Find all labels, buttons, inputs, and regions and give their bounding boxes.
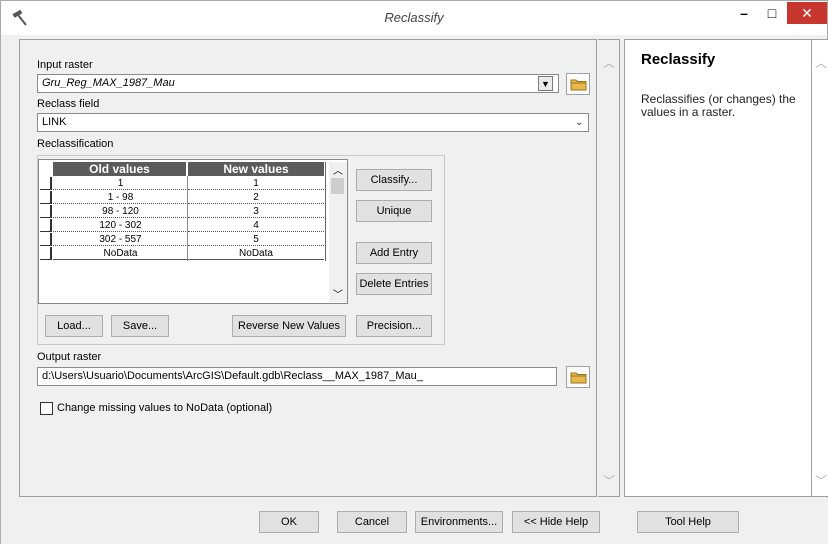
reclassification-label: Reclassification [37,138,114,150]
tool-help-button[interactable]: Tool Help [637,511,739,533]
row-header[interactable] [40,219,52,232]
row-header[interactable] [40,191,52,204]
maximize-button[interactable]: □ [759,2,785,24]
table-right-border [325,162,326,261]
output-raster-browse-button[interactable] [566,366,590,388]
title-bar: Reclassify – □ ✕ [1,1,827,35]
help-title: Reclassify [641,51,716,68]
close-icon: ✕ [801,4,813,21]
load-button[interactable]: Load... [45,315,103,337]
output-raster-label: Output raster [37,351,102,363]
table-cell-old[interactable]: NoData [53,247,188,260]
reclass-field-label: Reclass field [37,98,100,110]
cancel-button[interactable]: Cancel [337,511,407,533]
folder-icon [570,372,586,384]
table-cell-new[interactable]: 1 [188,177,324,190]
reclass-table[interactable]: Old values New values 1 1 1 - 98 2 98 - … [38,159,348,304]
input-raster-label: Input raster [37,59,93,71]
scroll-up-icon[interactable]: ︿ [333,162,343,177]
scroll-down-icon[interactable]: ﹀ [815,472,827,489]
table-cell-new[interactable]: NoData [188,247,324,260]
nodata-checkbox-label[interactable]: Change missing values to NoData (optiona… [57,402,272,414]
close-button[interactable]: ✕ [787,2,827,24]
column-divider [187,176,188,261]
window-title: Reclassify [384,10,444,25]
reclass-field-select[interactable]: LINK ⌄ [37,113,589,132]
parameters-scrollbar[interactable]: ︿ ﹀ [598,39,620,497]
input-raster-browse-button[interactable] [566,73,590,95]
minimize-button[interactable]: – [731,2,757,24]
table-cell-old[interactable]: 98 - 120 [53,205,188,218]
scroll-thumb[interactable] [331,178,344,194]
scroll-down-icon[interactable]: ﹀ [603,472,615,489]
output-raster-field[interactable]: d:\Users\Usuario\Documents\ArcGIS\Defaul… [37,367,557,386]
delete-entries-button[interactable]: Delete Entries [356,273,432,295]
row-header[interactable] [40,177,52,190]
ok-button[interactable]: OK [259,511,319,533]
unique-button[interactable]: Unique [356,200,432,222]
col-header-new[interactable]: New values [188,162,324,176]
table-cell-old[interactable]: 1 [53,177,188,190]
table-cell-new[interactable]: 2 [188,191,324,204]
nodata-checkbox[interactable] [40,402,53,415]
scroll-down-icon[interactable]: ﹀ [333,286,343,301]
table-cell-old[interactable]: 1 - 98 [53,191,188,204]
hide-help-button[interactable]: << Hide Help [512,511,600,533]
chevron-down-icon: ▼ [541,78,550,89]
add-entry-button[interactable]: Add Entry [356,242,432,264]
environments-button[interactable]: Environments... [415,511,503,533]
col-header-old[interactable]: Old values [53,162,186,176]
output-raster-value: d:\Users\Usuario\Documents\ArcGIS\Defaul… [42,370,423,382]
table-cell-old[interactable]: 120 - 302 [53,219,188,232]
row-header[interactable] [40,233,52,246]
classify-button[interactable]: Classify... [356,169,432,191]
row-header[interactable] [40,205,52,218]
save-button[interactable]: Save... [111,315,169,337]
reclass-field-value: LINK [42,116,67,128]
minimize-icon: – [740,5,748,21]
folder-icon [570,79,586,91]
input-raster-field[interactable]: Gru_Reg_MAX_1987_Mau [37,74,559,93]
input-raster-dropdown[interactable]: ▼ [538,76,553,91]
help-description: Reclassifies (or changes) the values in … [641,92,796,119]
help-scrollbar[interactable]: ︿ ﹀ [812,39,828,497]
table-cell-new[interactable]: 3 [188,205,324,218]
chevron-down-icon: ⌄ [575,117,584,128]
scroll-up-icon[interactable]: ︿ [815,54,827,71]
precision-button[interactable]: Precision... [356,315,432,337]
maximize-icon: □ [767,5,777,21]
table-scrollbar[interactable]: ︿ ﹀ [329,162,347,302]
table-cell-new[interactable]: 4 [188,219,324,232]
reverse-new-values-button[interactable]: Reverse New Values [232,315,346,337]
table-cell-new[interactable]: 5 [188,233,324,246]
row-header[interactable] [40,247,52,260]
table-cell-old[interactable]: 302 - 557 [53,233,188,246]
reclassify-window: Reclassify – □ ✕ ︿ ﹀ Input raster Gru_Re… [0,0,828,544]
scroll-up-icon[interactable]: ︿ [603,54,615,71]
input-raster-value: Gru_Reg_MAX_1987_Mau [42,77,175,89]
